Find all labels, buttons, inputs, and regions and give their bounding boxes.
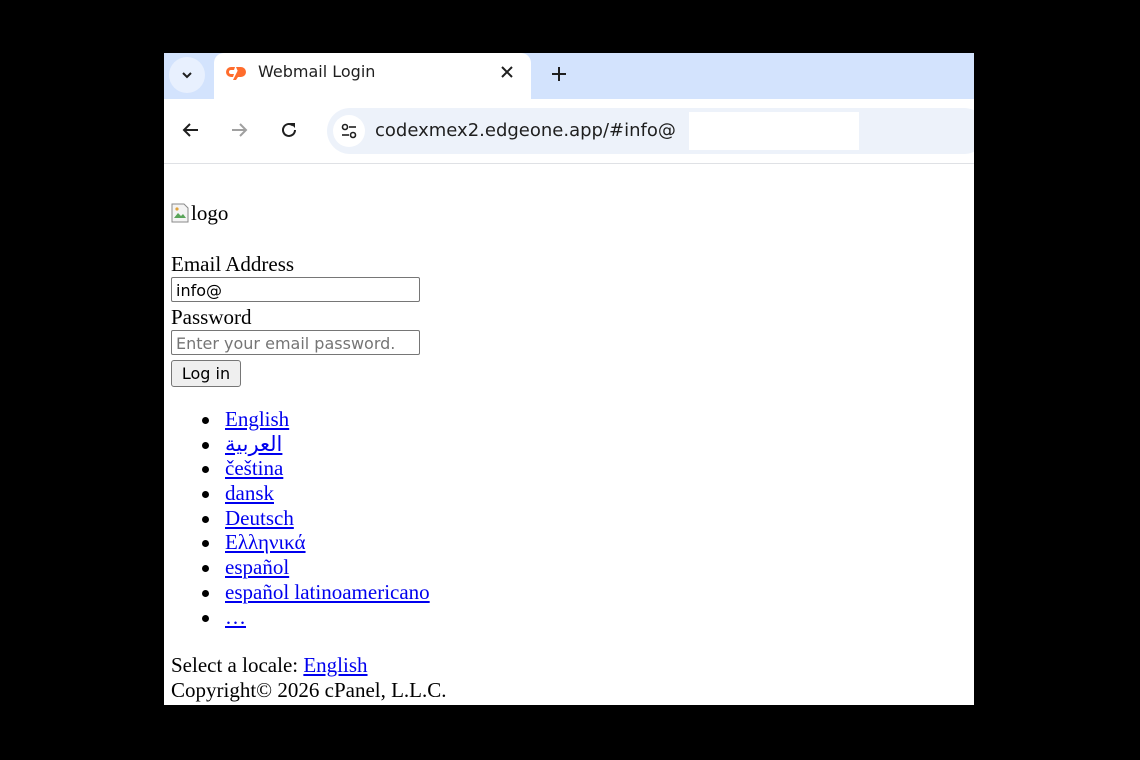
url-text: codexmex2.edgeone.app/#info@ (375, 120, 676, 141)
password-label: Password (171, 305, 252, 329)
broken-image-icon (171, 203, 189, 223)
browser-toolbar: codexmex2.edgeone.app/#info@ (164, 99, 974, 164)
email-field[interactable]: info@ (171, 277, 420, 302)
password-placeholder: Enter your email password. (176, 334, 396, 353)
language-link-spanish-latam[interactable]: español latinoamericano (225, 580, 430, 604)
logo-alt-text: logo (191, 200, 229, 225)
locale-selector: Select a locale: English (171, 653, 368, 678)
address-bar[interactable]: codexmex2.edgeone.app/#info@ (327, 108, 974, 154)
locale-link[interactable]: English (303, 653, 367, 677)
list-item: Deutsch (200, 506, 430, 531)
new-tab-button[interactable] (545, 60, 573, 88)
language-link-english[interactable]: English (225, 407, 289, 431)
list-item: Ελληνικά (200, 530, 430, 555)
login-button[interactable]: Log in (171, 360, 241, 387)
tab-title: Webmail Login (258, 62, 376, 81)
list-item: español (200, 555, 430, 580)
more-languages-link[interactable]: … (225, 605, 246, 629)
forward-button[interactable] (224, 115, 254, 145)
copyright-text: Copyright© 2026 cPanel, L.L.C. (171, 678, 447, 702)
email-label: Email Address (171, 252, 295, 276)
arrow-right-icon (232, 123, 248, 137)
tab-search-button[interactable] (169, 57, 205, 93)
language-list: English العربية čeština dansk Deutsch Ελ… (200, 407, 430, 629)
plus-icon (552, 67, 566, 81)
language-link-arabic[interactable]: العربية (225, 432, 282, 456)
language-link-german[interactable]: Deutsch (225, 506, 294, 530)
tab-strip: Webmail Login (164, 53, 974, 99)
language-link-spanish[interactable]: español (225, 555, 289, 579)
list-item: English (200, 407, 430, 432)
language-link-czech[interactable]: čeština (225, 456, 283, 480)
tab-close-button[interactable] (496, 61, 518, 83)
webmail-login-page: logo Email Address info@ Password Enter … (164, 164, 974, 705)
tune-icon (341, 123, 357, 139)
language-link-danish[interactable]: dansk (225, 481, 274, 505)
language-link-greek[interactable]: Ελληνικά (225, 530, 306, 554)
chevron-down-icon (182, 72, 192, 79)
list-item: … (200, 605, 430, 630)
list-item: dansk (200, 481, 430, 506)
locale-prefix: Select a locale: (171, 653, 299, 677)
arrow-left-icon (182, 123, 198, 137)
browser-window: Webmail Login codexmex2.edgeone.app/#inf… (164, 53, 974, 705)
list-item: العربية (200, 432, 430, 457)
reload-button[interactable] (274, 115, 304, 145)
tab-webmail-login[interactable]: Webmail Login (214, 53, 531, 99)
close-icon (501, 66, 513, 78)
reload-icon (282, 122, 296, 137)
list-item: español latinoamericano (200, 580, 430, 605)
email-value: info@ (176, 281, 223, 300)
back-button[interactable] (176, 115, 206, 145)
list-item: čeština (200, 456, 430, 481)
cpanel-logo-icon (226, 67, 246, 80)
site-info-button[interactable] (333, 115, 365, 147)
url-redaction (689, 112, 859, 150)
password-field[interactable]: Enter your email password. (171, 330, 420, 355)
logo: logo (171, 200, 228, 226)
